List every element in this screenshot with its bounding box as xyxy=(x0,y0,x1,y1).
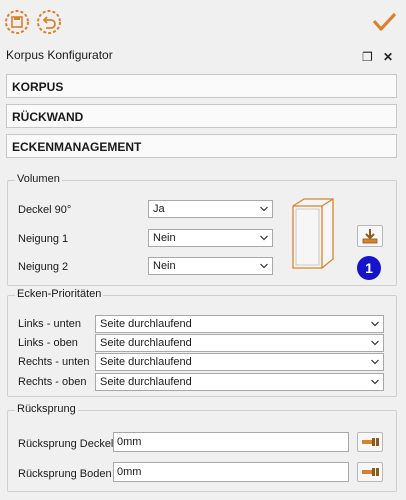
ecken-title: Ecken-Prioritäten xyxy=(15,288,104,300)
section-eckenmanagement[interactable]: ECKENMANAGEMENT xyxy=(6,134,397,158)
deckel-90-select[interactable]: Ja xyxy=(148,200,273,218)
undo-icon xyxy=(37,10,61,34)
save-icon xyxy=(5,10,29,34)
measure-icon xyxy=(362,438,379,446)
ruecksprung-deckel-input[interactable]: 0mm xyxy=(113,432,349,452)
deckel-90-value: Ja xyxy=(153,203,165,215)
neigung-2-value: Nein xyxy=(153,260,176,272)
rechts-unten-label: Rechts - unten xyxy=(18,356,90,368)
checkmark-icon xyxy=(372,12,397,31)
chevron-down-icon xyxy=(371,379,379,385)
neigung-1-value: Nein xyxy=(153,232,176,244)
links-unten-label: Links - unten xyxy=(18,318,81,330)
neigung-1-label: Neigung 1 xyxy=(18,233,69,245)
volumen-title: Volumen xyxy=(15,173,62,185)
ruecksprung-deckel-label: Rücksprung Deckel xyxy=(18,438,114,450)
close-icon[interactable]: ✕ xyxy=(383,50,393,64)
section-rueckwand[interactable]: RÜCKWAND xyxy=(6,104,397,128)
ruecksprung-boden-pick-button[interactable] xyxy=(357,462,383,482)
links-unten-value: Seite durchlaufend xyxy=(100,318,192,330)
chevron-down-icon xyxy=(260,206,268,212)
rechts-unten-select[interactable]: Seite durchlaufend xyxy=(95,353,384,371)
neigung-2-label: Neigung 2 xyxy=(18,261,69,273)
cabinet-preview-icon xyxy=(292,198,334,269)
links-oben-value: Seite durchlaufend xyxy=(100,337,192,349)
step-badge: 1 xyxy=(357,256,381,280)
download-arrow-icon xyxy=(362,229,378,244)
ruecksprung-boden-input[interactable]: 0mm xyxy=(113,462,349,482)
neigung-1-select[interactable]: Nein xyxy=(148,229,273,247)
rechts-oben-value: Seite durchlaufend xyxy=(100,376,192,388)
rechts-oben-label: Rechts - oben xyxy=(18,376,87,388)
restore-icon[interactable]: ❐ xyxy=(362,50,373,64)
undo-button[interactable] xyxy=(36,9,62,35)
chevron-down-icon xyxy=(371,321,379,327)
ruecksprung-boden-label: Rücksprung Boden xyxy=(18,468,112,480)
confirm-button[interactable] xyxy=(370,9,398,35)
deckel-90-label: Deckel 90° xyxy=(18,204,72,216)
save-button[interactable] xyxy=(4,9,30,35)
section-korpus[interactable]: KORPUS xyxy=(6,74,397,98)
neigung-2-select[interactable]: Nein xyxy=(148,257,273,275)
rechts-unten-value: Seite durchlaufend xyxy=(100,356,192,368)
chevron-down-icon xyxy=(371,340,379,346)
links-unten-select[interactable]: Seite durchlaufend xyxy=(95,315,384,333)
chevron-down-icon xyxy=(371,359,379,365)
panel-title: Korpus Konfigurator xyxy=(6,48,113,62)
ruecksprung-deckel-pick-button[interactable] xyxy=(357,432,383,452)
rechts-oben-select[interactable]: Seite durchlaufend xyxy=(95,373,384,391)
chevron-down-icon xyxy=(260,263,268,269)
apply-button[interactable] xyxy=(357,225,383,247)
chevron-down-icon xyxy=(260,235,268,241)
links-oben-select[interactable]: Seite durchlaufend xyxy=(95,334,384,352)
ruecksprung-title: Rücksprung xyxy=(15,403,78,415)
measure-icon xyxy=(362,468,379,476)
links-oben-label: Links - oben xyxy=(18,337,78,349)
